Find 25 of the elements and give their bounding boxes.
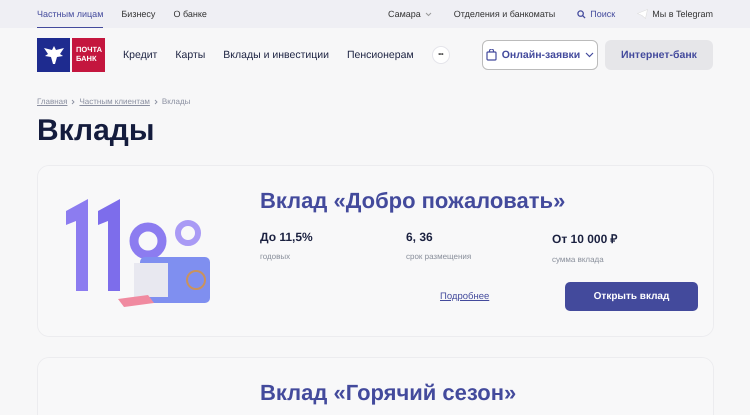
- fact-value: До 11,5%: [260, 230, 314, 244]
- open-deposit-button[interactable]: Открыть вклад: [565, 282, 698, 311]
- segment-tab[interactable]: Бизнесу: [121, 0, 156, 28]
- segment-tab[interactable]: О банке: [173, 0, 207, 28]
- city-selector[interactable]: Самара: [388, 0, 432, 28]
- nav-link[interactable]: Пенсионерам: [346, 49, 414, 61]
- search-link[interactable]: Поиск: [577, 0, 616, 28]
- fact-value: 6, 36: [406, 230, 434, 244]
- fact-value: От 10 000 ₽: [552, 231, 619, 247]
- deposit-title: Вклад «Добро пожаловать»: [260, 188, 566, 214]
- online-applications-button[interactable]: Онлайн-заявки: [482, 40, 598, 70]
- branches-link[interactable]: Отделения и банкоматы: [454, 0, 556, 28]
- nav-link[interactable]: Вклады и инвестиции: [223, 49, 329, 61]
- nav-link[interactable]: Карты: [175, 49, 206, 61]
- nav-link[interactable]: Кредит: [123, 49, 158, 61]
- page-title: Вклады: [37, 114, 156, 147]
- internet-bank-button[interactable]: Интернет-банк: [605, 40, 713, 70]
- segment-tab[interactable]: Частным лицам: [37, 0, 104, 28]
- telegram-link[interactable]: Мы в Telegram: [637, 0, 713, 28]
- deposit-title: Вклад «Горячий сезон»: [260, 380, 518, 406]
- fact-caption: срок размещения: [406, 252, 472, 261]
- fact-caption: сумма вклада: [552, 255, 605, 264]
- fact-caption: годовых: [260, 252, 292, 261]
- breadcrumb-current: Вклады: [162, 97, 190, 106]
- details-link[interactable]: Подробнее: [440, 291, 490, 302]
